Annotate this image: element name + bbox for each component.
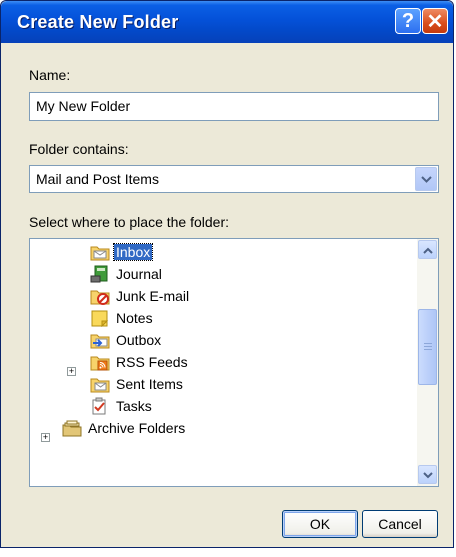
expand-rss-feeds[interactable]: + [67,367,76,376]
tree-item-label: Tasks [116,398,152,414]
tree-item-notes[interactable]: Notes [90,307,155,329]
tree-item-label: Journal [116,266,162,282]
inbox-folder-icon [90,246,110,261]
dropdown-button[interactable] [415,167,437,191]
archive-folders-icon [62,420,82,437]
chevron-down-icon [423,472,433,479]
close-button[interactable]: ✕ [422,8,448,34]
help-button[interactable]: ? [395,8,421,34]
rss-folder-icon [90,356,110,371]
outbox-folder-icon [90,334,110,349]
chevron-down-icon [421,176,432,183]
scroll-down-button[interactable] [418,465,437,484]
tree-item-label: Inbox [112,243,154,261]
tree-item-label: Outbox [116,332,162,348]
tree-item-inbox[interactable]: Inbox [90,241,154,263]
junk-folder-icon [90,290,110,305]
ok-button[interactable]: OK [282,510,358,538]
tree-item-label: Notes [116,310,153,326]
tree-item-tasks[interactable]: Tasks [90,395,154,417]
cancel-button[interactable]: Cancel [362,510,438,538]
expand-archive-folders[interactable]: + [41,433,50,442]
tree-item-journal[interactable]: Journal [90,263,164,285]
place-folder-label: Select where to place the folder: [29,214,230,230]
scroll-thumb[interactable] [418,309,437,385]
tasks-icon [92,397,106,415]
create-new-folder-dialog: Create New Folder ? ✕ Name: My New Folde… [0,0,454,548]
folder-tree[interactable]: Inbox Journal Junk E-mail Notes Outbox +… [29,238,439,487]
journal-icon [90,265,108,283]
tree-item-label: RSS Feeds [116,354,188,370]
tree-item-outbox[interactable]: Outbox [90,329,163,351]
tree-item-label: Sent Items [116,376,183,392]
close-icon: ✕ [426,10,444,33]
dialog-title: Create New Folder [17,12,179,32]
tree-item-archive-folders[interactable]: Archive Folders [62,417,187,439]
title-bar[interactable]: Create New Folder ? ✕ [1,1,453,43]
tree-item-label: Junk E-mail [116,288,190,304]
tree-item-junk-email[interactable]: Junk E-mail [90,285,191,307]
tree-item-rss-feeds[interactable]: RSS Feeds [90,351,190,373]
folder-contains-value: Mail and Post Items [36,171,159,187]
tree-vertical-scrollbar[interactable] [417,239,438,486]
tree-item-label: Archive Folders [88,420,186,436]
folder-contains-label: Folder contains: [29,141,129,157]
tree-item-sent-items[interactable]: Sent Items [90,373,185,395]
folder-contains-select[interactable]: Mail and Post Items [29,165,439,193]
sent-folder-icon [90,378,110,393]
help-icon: ? [401,9,415,32]
name-label: Name: [29,67,71,83]
folder-name-input[interactable]: My New Folder [29,92,439,121]
notes-icon [91,310,109,327]
scroll-up-button[interactable] [418,240,437,259]
chevron-up-icon [423,247,433,254]
